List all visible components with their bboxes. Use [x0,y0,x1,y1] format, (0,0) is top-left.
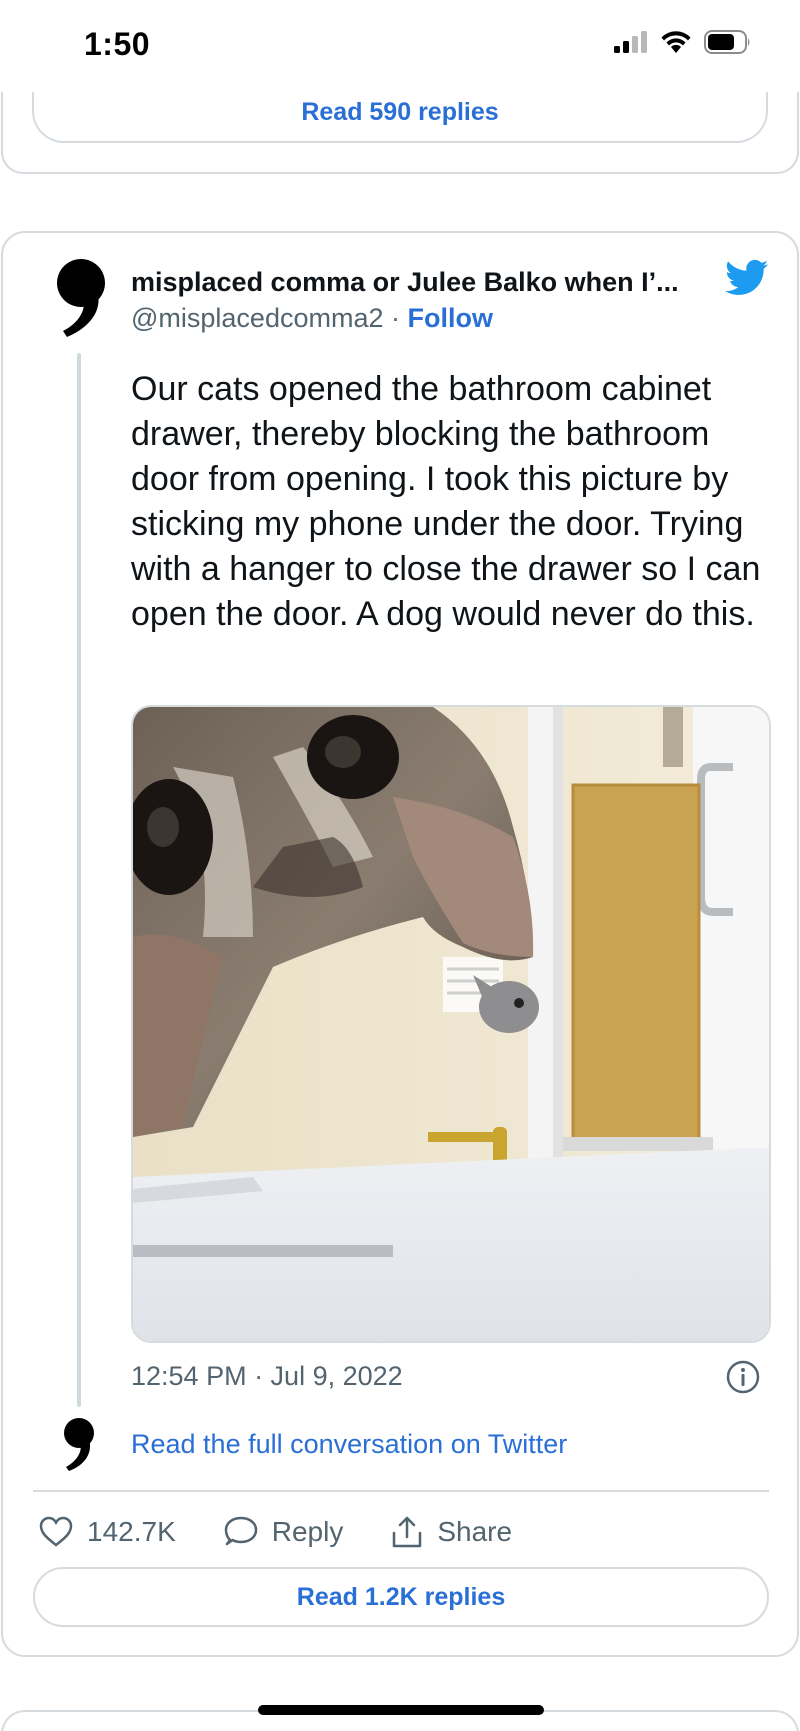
status-time: 1:50 [84,26,151,62]
like-button[interactable]: 142.7K [39,1516,176,1548]
wifi-icon [661,31,691,53]
tweet-timestamp[interactable]: 12:54 PM · Jul 9, 2022 [131,1361,403,1392]
share-icon [393,1516,422,1548]
cat-photo-image [133,707,769,1341]
author-name[interactable]: misplaced comma or Julee Balko when I’..… [131,267,679,298]
twitter-bird-icon[interactable] [725,259,769,297]
reply-bubble-icon [224,1516,257,1546]
tweet-text: Our cats opened the bathroom cabinet dra… [131,370,761,633]
share-label: Share [437,1516,513,1547]
read-full-conversation-link[interactable]: Read the full conversation on Twitter [131,1429,567,1460]
tweet-photo[interactable] [131,705,771,1343]
thread-line [77,353,81,1407]
info-icon[interactable] [725,1359,761,1395]
divider [33,1490,769,1492]
follow-link[interactable]: Follow [408,303,493,333]
battery-icon [704,30,750,54]
small-avatar[interactable] [59,1415,99,1473]
signal-icon [614,31,647,53]
status-icons [614,30,752,54]
status-bar: 1:50 [0,0,800,92]
read-590-replies-button[interactable]: Read 590 replies [32,83,768,143]
author-handle-row: @misplacedcomma2 · Follow [131,303,493,334]
reply-label: Reply [271,1516,344,1547]
share-button[interactable]: Share [391,1515,512,1549]
read-replies-button[interactable]: Read 1.2K replies [33,1567,769,1627]
home-indicator[interactable] [258,1705,544,1715]
author-handle[interactable]: @misplacedcomma2 [131,303,384,333]
heart-icon [39,1516,73,1547]
like-count: 142.7K [87,1516,176,1547]
tweet-actions: 142.7K Reply Share [39,1515,560,1549]
handle-separator: · [383,303,408,333]
reply-button[interactable]: Reply [224,1516,344,1548]
tweet-card: misplaced comma or Julee Balko when I’..… [1,231,799,1657]
avatar[interactable] [51,257,111,339]
